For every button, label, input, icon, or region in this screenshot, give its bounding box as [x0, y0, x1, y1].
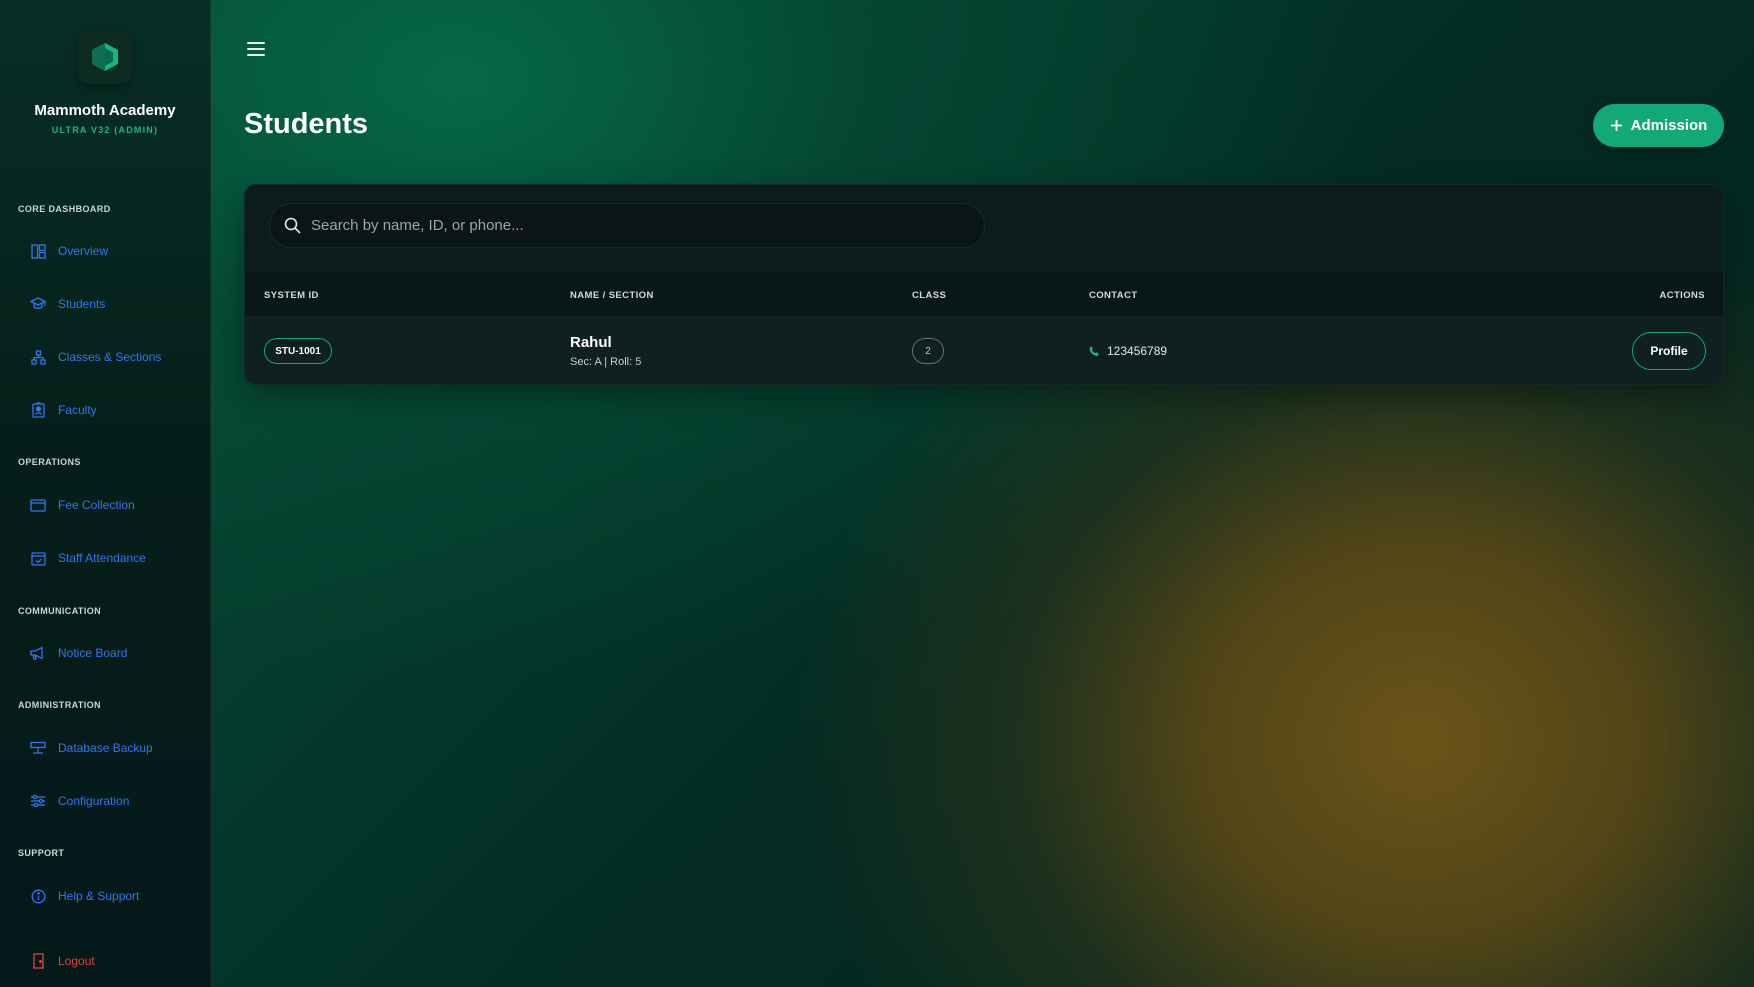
column-header-class: CLASS	[912, 290, 947, 301]
class-badge: 2	[912, 338, 944, 364]
sidebar-item-label: Notice Board	[58, 646, 128, 660]
sidebar-item-label: Fee Collection	[58, 498, 135, 512]
profile-button[interactable]: Profile	[1632, 332, 1706, 370]
sidebar-item-overview[interactable]: Overview	[30, 241, 108, 261]
background	[0, 0, 1754, 987]
megaphone-icon	[30, 645, 46, 661]
sidebar-item-label: Help & Support	[58, 889, 140, 903]
sidebar-item-faculty[interactable]: Faculty	[30, 400, 97, 420]
hamburger-menu-icon[interactable]	[247, 42, 265, 58]
sidebar-item-label: Faculty	[58, 403, 97, 417]
section-title-core-dashboard: CORE DASHBOARD	[18, 204, 111, 214]
sidebar-item-database-backup[interactable]: Database Backup	[30, 738, 153, 758]
phone-icon	[1089, 346, 1099, 356]
sidebar-item-staff-attendance[interactable]: Staff Attendance	[30, 548, 146, 568]
page-title: Students	[244, 108, 369, 140]
logout-button[interactable]: Logout	[30, 951, 95, 971]
column-header-system-id: SYSTEM ID	[264, 290, 319, 301]
sidebar-item-fee-collection[interactable]: Fee Collection	[30, 495, 135, 515]
sidebar-item-label: Classes & Sections	[58, 350, 162, 364]
sidebar: Mammoth Academy ULTRA V32 (ADMIN) CORE D…	[0, 0, 211, 987]
sidebar-item-students[interactable]: Students	[30, 294, 105, 314]
sliders-icon	[30, 793, 46, 809]
sidebar-item-classes-sections[interactable]: Classes & Sections	[30, 347, 161, 367]
sidebar-item-label: Database Backup	[58, 741, 153, 755]
section-title-communication: COMMUNICATION	[18, 606, 102, 616]
sidebar-item-label: Staff Attendance	[58, 551, 146, 565]
sidebar-item-label: Overview	[58, 244, 109, 258]
brand-subtitle: ULTRA V32 (ADMIN)	[51, 125, 159, 135]
search-input[interactable]	[311, 217, 951, 234]
sidebar-item-help-support[interactable]: Help & Support	[30, 886, 139, 906]
contact-number: 123456789	[1107, 344, 1168, 358]
plus-icon	[1610, 120, 1622, 131]
wallet-icon	[30, 497, 46, 513]
admission-button-label: Admission	[1630, 117, 1708, 134]
brand-name: Mammoth Academy	[34, 102, 176, 119]
sidebar-item-label: Configuration	[58, 794, 130, 808]
section-title-operations: OPERATIONS	[18, 457, 81, 467]
section-title-administration: ADMINISTRATION	[18, 700, 101, 710]
hexagon-logo-icon[interactable]	[78, 30, 132, 84]
sidebar-item-notice-board[interactable]: Notice Board	[30, 643, 127, 663]
dashboard-icon	[30, 243, 46, 259]
admission-button[interactable]: Admission	[1593, 104, 1724, 147]
logout-label: Logout	[58, 954, 95, 968]
student-section: Sec: A | Roll: 5	[570, 356, 642, 368]
section-title-support: SUPPORT	[18, 848, 65, 858]
student-name: Rahul	[570, 334, 612, 351]
system-id-badge: STU-1001	[264, 338, 332, 364]
students-table-card: SYSTEM ID NAME / SECTION CLASS CONTACT A…	[244, 184, 1724, 385]
calendar-check-icon	[30, 550, 46, 566]
search-bar	[269, 203, 985, 248]
column-header-contact: CONTACT	[1089, 290, 1138, 301]
table-header: SYSTEM ID NAME / SECTION CLASS CONTACT A…	[245, 273, 1723, 317]
contact-cell: 123456789	[1089, 344, 1167, 358]
sidebar-item-label: Students	[58, 297, 106, 311]
hierarchy-icon	[30, 349, 46, 365]
column-header-actions: ACTIONS	[1659, 290, 1705, 301]
sidebar-item-configuration[interactable]: Configuration	[30, 791, 129, 811]
column-header-name-section: NAME / SECTION	[570, 290, 654, 301]
door-exit-icon	[30, 953, 46, 969]
table-row: STU-1001 Rahul Sec: A | Roll: 5 2 123456…	[245, 318, 1723, 384]
info-circle-icon	[30, 888, 46, 904]
search-icon	[284, 217, 301, 234]
id-badge-icon	[30, 402, 46, 418]
graduation-cap-icon	[30, 296, 46, 312]
server-icon	[30, 740, 46, 756]
brand: Mammoth Academy ULTRA V32 (ADMIN)	[0, 0, 210, 135]
